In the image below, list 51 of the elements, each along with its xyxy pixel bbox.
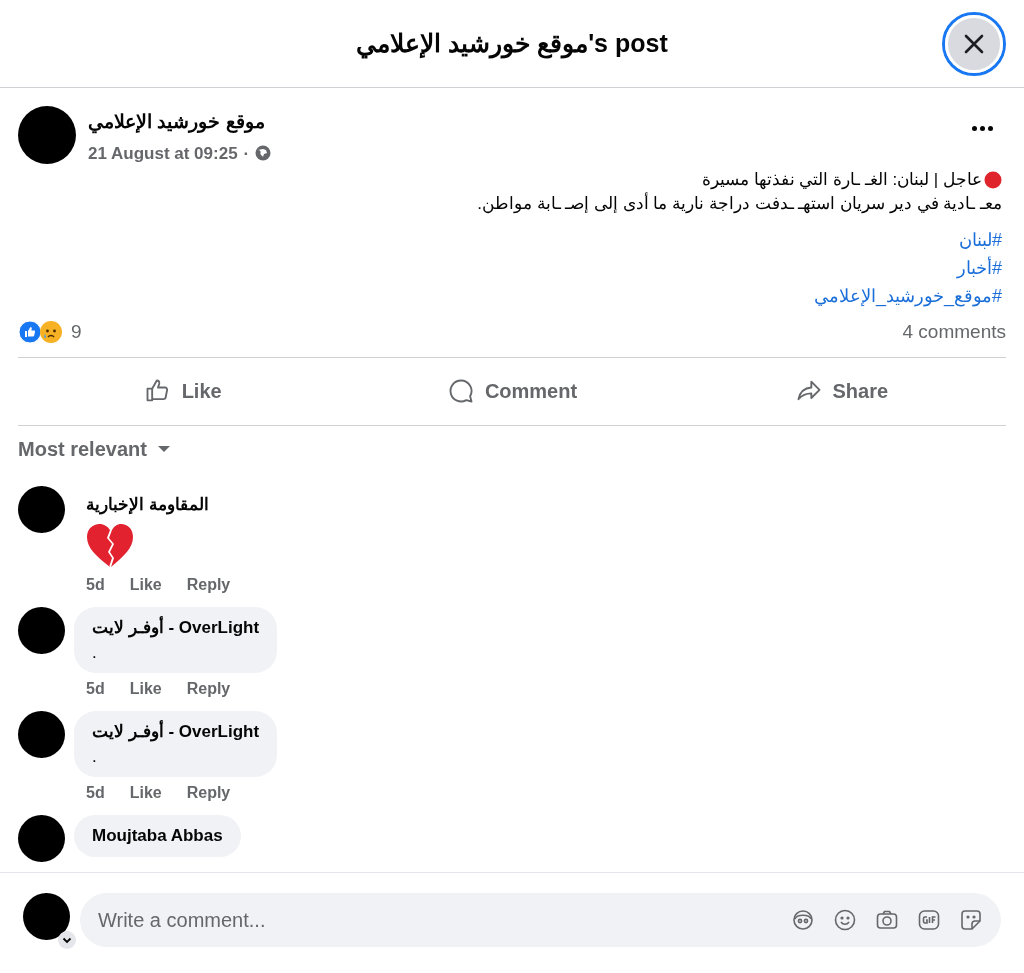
avatar: [18, 607, 65, 654]
avatar: [18, 485, 65, 533]
hashtag-link[interactable]: #أخبار: [957, 254, 1002, 282]
alert-dot-icon: [984, 171, 1002, 189]
comment-text: .: [92, 746, 98, 768]
comment-field[interactable]: Write a comment...: [80, 893, 1001, 947]
hashtag-link[interactable]: #لبنان: [959, 226, 1002, 254]
dialog-title: موقع خورشيد الإعلامي's post: [356, 27, 668, 61]
like-link[interactable]: Like: [129, 677, 162, 701]
sticker-icon[interactable]: [959, 908, 983, 932]
globe-icon: [255, 145, 272, 162]
comment-button[interactable]: Comment: [347, 367, 677, 415]
like-link[interactable]: Like: [129, 781, 162, 805]
gif-icon[interactable]: [917, 908, 941, 932]
share-button[interactable]: Share: [676, 367, 1006, 415]
post-time[interactable]: 21 August at 09:25: [88, 140, 238, 166]
camera-icon[interactable]: [875, 908, 899, 932]
author-name[interactable]: موقع خورشيد الإعلامي: [88, 108, 956, 137]
sad-reaction-icon: [39, 320, 63, 345]
broken-heart-icon: [86, 523, 134, 569]
commenter-name[interactable]: أوفـر لايت - OverLight: [92, 719, 260, 745]
post-text: معـ ـادية في دير سريان استهـ ـدفت دراجة نارية ما أدى إلى إصـ ـابة مواطن.: [477, 192, 1002, 216]
commenter-name[interactable]: المقاومة الإخبارية: [86, 491, 209, 517]
like-link[interactable]: Like: [129, 573, 162, 597]
reaction-count[interactable]: 9: [71, 318, 82, 347]
reply-link[interactable]: Reply: [186, 677, 231, 701]
like-button[interactable]: Like: [18, 367, 348, 415]
like-reaction-icon: [18, 320, 42, 345]
post-text: عاجل | لبنان: الغـ ـارة التي نفذتها مسيرة: [701, 169, 982, 191]
comment-count[interactable]: 4 comments: [902, 318, 1006, 347]
avatar-sticker-icon[interactable]: [791, 908, 815, 932]
hashtag-link[interactable]: #موقع_خورشيد_الإعلامي: [813, 282, 1002, 310]
dot-separator: ·: [243, 142, 250, 165]
avatar: [18, 815, 65, 862]
avatar: [23, 893, 70, 940]
comment-time: 5d: [86, 575, 105, 595]
reply-link[interactable]: Reply: [186, 781, 231, 805]
comment-time: 5d: [86, 679, 105, 699]
avatar: [18, 711, 65, 758]
emoji-icon[interactable]: [833, 908, 857, 932]
close-icon: [962, 32, 986, 56]
chevron-down-icon[interactable]: [58, 931, 76, 949]
close-button[interactable]: [942, 12, 1006, 76]
comment-text: .: [92, 642, 98, 664]
caret-icon: [156, 444, 171, 453]
commenter-name[interactable]: أوفـر لايت - OverLight: [92, 615, 260, 641]
reply-link[interactable]: Reply: [186, 573, 231, 597]
commenter-name[interactable]: Moujtaba Abbas: [92, 823, 223, 849]
comment-time: 5d: [86, 783, 105, 803]
avatar: [18, 106, 76, 164]
sort-dropdown[interactable]: Most relevant: [18, 433, 171, 464]
